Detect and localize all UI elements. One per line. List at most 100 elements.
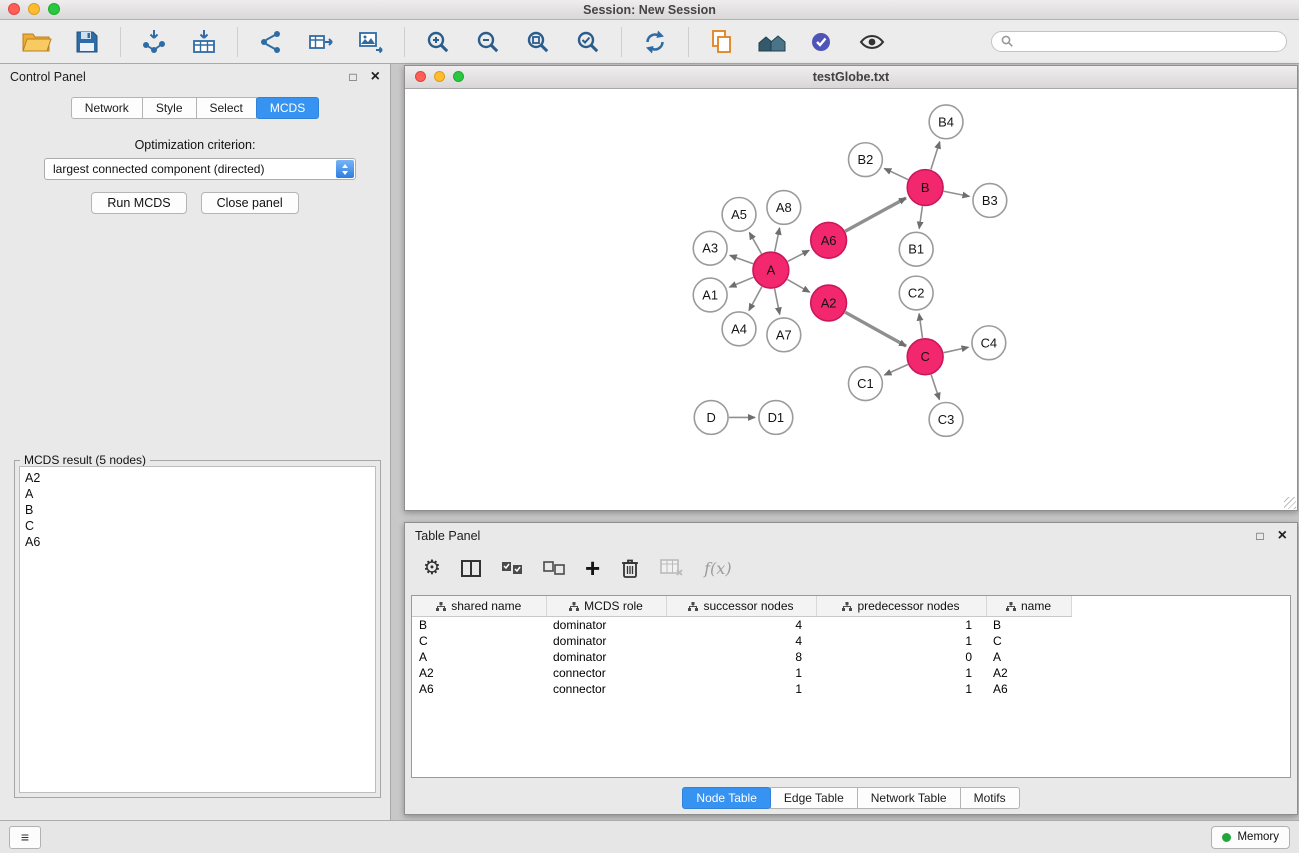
edge-C-C3[interactable] <box>931 375 939 400</box>
search-input[interactable] <box>1019 34 1277 50</box>
node-A3[interactable]: A3 <box>693 231 727 265</box>
show-columns-button[interactable] <box>461 560 481 577</box>
close-panel-icon[interactable]: × <box>1278 530 1287 542</box>
result-item[interactable]: B <box>25 502 370 518</box>
export-network-button[interactable] <box>254 25 288 59</box>
result-item[interactable]: A2 <box>25 470 370 486</box>
home-button[interactable] <box>755 25 789 59</box>
table-settings-button[interactable]: ⚙ <box>423 558 441 578</box>
float-panel-icon[interactable]: □ <box>349 70 356 84</box>
zoom-traffic-light[interactable] <box>453 71 464 82</box>
edge-B-B3[interactable] <box>944 191 970 196</box>
result-item[interactable]: A <box>25 486 370 502</box>
mcds-result-list[interactable]: A2ABCA6 <box>19 466 376 793</box>
table-row[interactable]: A6connector11A6 <box>412 681 1071 697</box>
edge-A-A1[interactable] <box>730 277 754 287</box>
create-column-button[interactable]: + <box>585 555 600 581</box>
minimize-traffic-light[interactable] <box>28 3 40 15</box>
tab-select[interactable]: Select <box>196 97 257 119</box>
column-header-successor-nodes[interactable]: successor nodes <box>666 596 816 617</box>
node-A1[interactable]: A1 <box>693 278 727 312</box>
tab-style[interactable]: Style <box>142 97 197 119</box>
result-item[interactable]: C <box>25 518 370 534</box>
validate-button[interactable] <box>805 25 839 59</box>
table-row[interactable]: Adominator80A <box>412 649 1071 665</box>
zoom-traffic-light[interactable] <box>48 3 60 15</box>
edge-A-A2[interactable] <box>787 279 809 292</box>
table-row[interactable]: Bdominator41B <box>412 617 1071 634</box>
import-table-button[interactable] <box>187 25 221 59</box>
node-table-container[interactable]: shared nameMCDS rolesuccessor nodesprede… <box>411 595 1291 778</box>
node-A[interactable]: A <box>753 252 789 288</box>
close-panel-button[interactable]: Close panel <box>201 192 299 214</box>
edge-B-B2[interactable] <box>884 169 908 180</box>
export-image-button[interactable] <box>354 25 388 59</box>
delete-column-button[interactable] <box>620 557 640 579</box>
zoom-out-button[interactable] <box>471 25 505 59</box>
node-A2[interactable]: A2 <box>811 285 847 321</box>
zoom-fit-button[interactable] <box>521 25 555 59</box>
network-window-titlebar[interactable]: testGlobe.txt <box>405 66 1297 89</box>
node-D1[interactable]: D1 <box>759 401 793 435</box>
float-panel-icon[interactable]: □ <box>1256 529 1263 543</box>
column-header-shared-name[interactable]: shared name <box>412 596 546 617</box>
table-row[interactable]: A2connector11A2 <box>412 665 1071 681</box>
node-A8[interactable]: A8 <box>767 191 801 225</box>
refresh-button[interactable] <box>638 25 672 59</box>
task-history-button[interactable]: ≡ <box>9 826 41 849</box>
edge-A-A4[interactable] <box>749 287 762 311</box>
copy-view-button[interactable] <box>705 25 739 59</box>
edge-A-A8[interactable] <box>775 228 780 252</box>
tab-network-table[interactable]: Network Table <box>857 787 961 809</box>
node-B[interactable]: B <box>907 170 943 206</box>
edge-A2-C[interactable] <box>845 312 906 346</box>
node-C1[interactable]: C1 <box>849 367 883 401</box>
node-C4[interactable]: C4 <box>972 326 1006 360</box>
column-header-name[interactable]: name <box>986 596 1071 617</box>
edge-B-B4[interactable] <box>931 142 940 170</box>
tab-motifs[interactable]: Motifs <box>960 787 1020 809</box>
column-header-predecessor-nodes[interactable]: predecessor nodes <box>816 596 986 617</box>
result-item[interactable]: A6 <box>25 534 370 550</box>
node-B1[interactable]: B1 <box>899 232 933 266</box>
close-panel-icon[interactable]: × <box>371 71 380 83</box>
table-row[interactable]: Cdominator41C <box>412 633 1071 649</box>
edge-A-A5[interactable] <box>749 233 761 254</box>
tab-network[interactable]: Network <box>71 97 143 119</box>
node-C[interactable]: C <box>907 339 943 375</box>
toolbar-search[interactable] <box>991 31 1287 52</box>
node-C3[interactable]: C3 <box>929 403 963 437</box>
edge-C-C2[interactable] <box>919 314 922 338</box>
edge-A-A7[interactable] <box>775 289 780 315</box>
close-traffic-light[interactable] <box>415 71 426 82</box>
run-mcds-button[interactable]: Run MCDS <box>91 192 186 214</box>
open-file-button[interactable] <box>20 25 54 59</box>
node-A7[interactable]: A7 <box>767 318 801 352</box>
edge-C-C4[interactable] <box>944 347 969 352</box>
edge-A-A3[interactable] <box>730 255 753 263</box>
edge-A6-B[interactable] <box>845 198 906 231</box>
memory-button[interactable]: Memory <box>1211 826 1290 849</box>
node-A6[interactable]: A6 <box>811 222 847 258</box>
node-B3[interactable]: B3 <box>973 184 1007 218</box>
show-details-button[interactable] <box>855 25 889 59</box>
node-A4[interactable]: A4 <box>722 312 756 346</box>
node-B2[interactable]: B2 <box>849 143 883 177</box>
node-B4[interactable]: B4 <box>929 105 963 139</box>
deselect-all-button[interactable] <box>543 561 565 575</box>
edge-A-A6[interactable] <box>788 250 809 261</box>
node-D[interactable]: D <box>694 401 728 435</box>
export-table-button[interactable] <box>304 25 338 59</box>
save-session-button[interactable] <box>70 25 104 59</box>
tab-node-table[interactable]: Node Table <box>682 787 771 809</box>
optimization-criterion-select[interactable]: largest connected component (directed) <box>44 158 356 180</box>
close-traffic-light[interactable] <box>8 3 20 15</box>
node-A5[interactable]: A5 <box>722 197 756 231</box>
edge-C-C1[interactable] <box>884 364 907 375</box>
tab-mcds[interactable]: MCDS <box>256 97 319 119</box>
column-header-MCDS-role[interactable]: MCDS role <box>546 596 666 617</box>
minimize-traffic-light[interactable] <box>434 71 445 82</box>
node-C2[interactable]: C2 <box>899 276 933 310</box>
tab-edge-table[interactable]: Edge Table <box>770 787 858 809</box>
import-network-button[interactable] <box>137 25 171 59</box>
